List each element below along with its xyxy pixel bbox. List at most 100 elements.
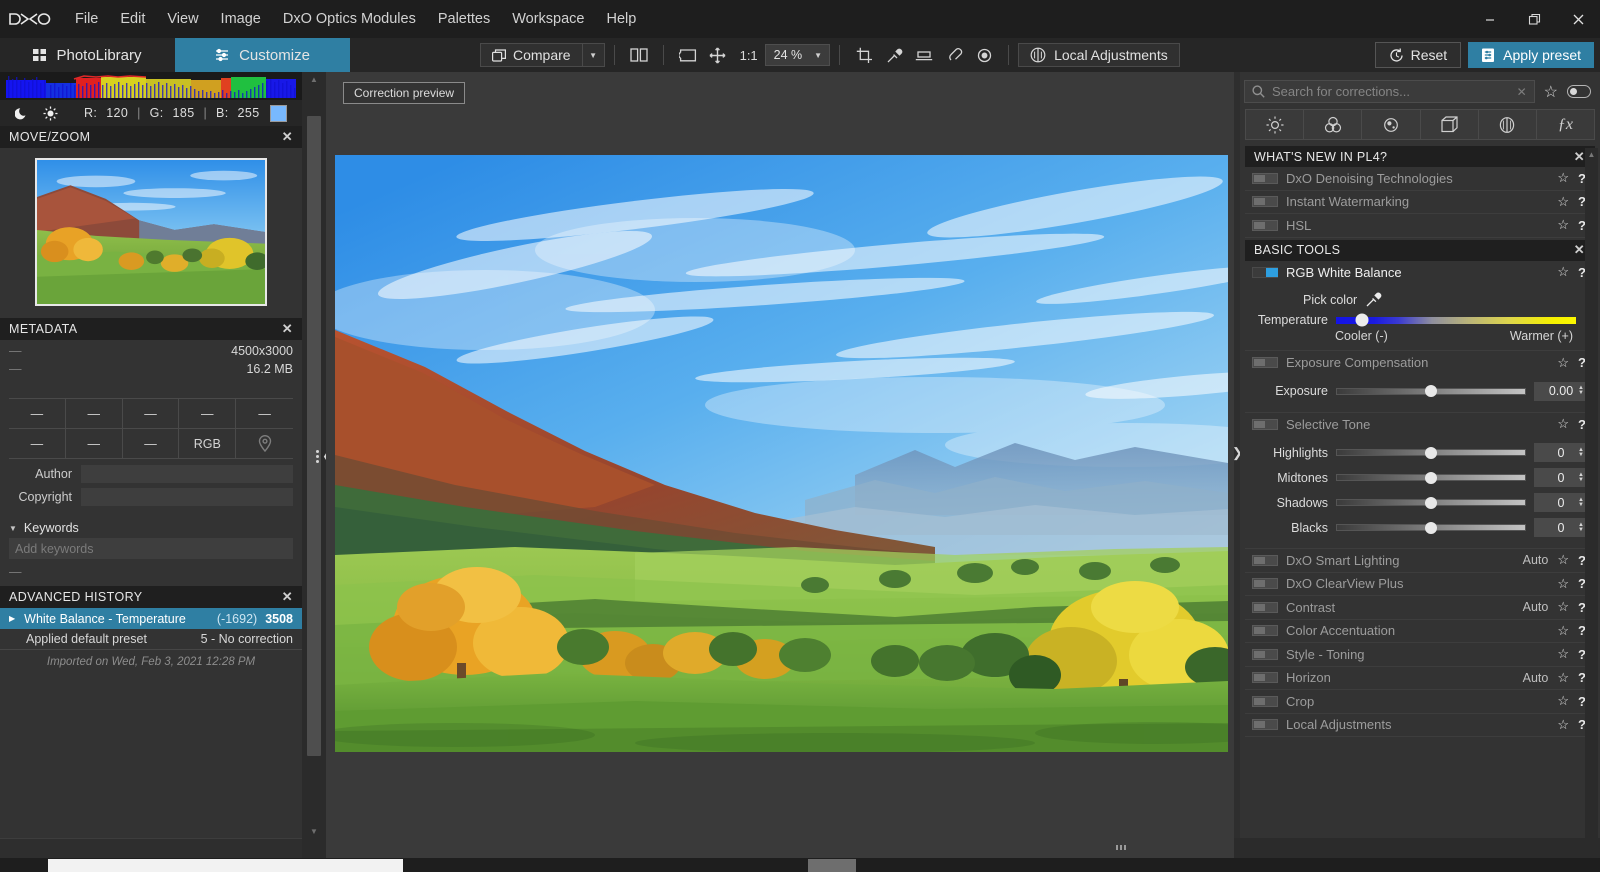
advanced-history-close-icon[interactable]: ✕ <box>282 589 293 605</box>
tool-toggle-icon[interactable] <box>1252 696 1278 707</box>
tool-toggle-icon[interactable] <box>1252 173 1278 184</box>
tab-geometry-icon[interactable] <box>1421 110 1479 139</box>
tool-rgb-white-balance[interactable]: RGB White Balance ☆ ? <box>1245 261 1595 285</box>
tool-favorite-star-icon[interactable]: ☆ <box>1557 355 1569 371</box>
tab-photolibrary[interactable]: PhotoLibrary <box>0 38 175 72</box>
search-corrections-input[interactable] <box>1272 84 1510 99</box>
keywords-header[interactable]: ▼ Keywords <box>0 516 302 538</box>
toggle-switch-icon[interactable] <box>1567 85 1591 98</box>
midtones-slider-handle[interactable] <box>1425 472 1437 484</box>
tool-toggle-icon[interactable] <box>1252 672 1278 683</box>
menu-view[interactable]: View <box>156 0 209 38</box>
tool-favorite-star-icon[interactable]: ☆ <box>1557 717 1569 733</box>
compare-button[interactable]: Compare <box>481 44 582 66</box>
tool-style-toning[interactable]: Style - Toning ☆ ? <box>1245 643 1595 667</box>
move-zoom-close-icon[interactable]: ✕ <box>282 129 293 145</box>
add-keywords-input[interactable] <box>9 538 293 559</box>
exposure-value-field[interactable]: 0.00 ▲▼ <box>1534 382 1588 401</box>
search-corrections-box[interactable]: ✕ <box>1244 80 1535 103</box>
close-window-button[interactable] <box>1556 0 1600 38</box>
metadata-close-icon[interactable]: ✕ <box>282 321 293 337</box>
tool-exposure-compensation[interactable]: Exposure Compensation ☆ ? <box>1245 351 1595 375</box>
shadows-value-field[interactable]: 0 ▲▼ <box>1534 493 1588 512</box>
sun-highlight-icon[interactable] <box>36 106 64 121</box>
tool-favorite-star-icon[interactable]: ☆ <box>1557 416 1569 432</box>
highlights-slider-handle[interactable] <box>1425 447 1437 459</box>
tool-horizon[interactable]: Horizon Auto ☆ ? <box>1245 667 1595 691</box>
tool-toggle-icon[interactable] <box>1252 267 1278 278</box>
shadows-slider[interactable] <box>1336 499 1526 506</box>
tool-toggle-icon[interactable] <box>1252 602 1278 613</box>
pan-hand-icon[interactable] <box>703 43 733 67</box>
horizon-icon[interactable] <box>909 43 939 67</box>
tool-hsl[interactable]: HSL ☆ ? <box>1245 214 1595 238</box>
tool-toggle-icon[interactable] <box>1252 719 1278 730</box>
compare-dropdown-caret[interactable]: ▼ <box>582 44 604 66</box>
shadows-slider-handle[interactable] <box>1425 497 1437 509</box>
tool-toggle-icon[interactable] <box>1252 578 1278 589</box>
tool-favorite-star-icon[interactable]: ☆ <box>1557 623 1569 639</box>
tool-dxo-denoising-technologies[interactable]: DxO Denoising Technologies ☆ ? <box>1245 167 1595 191</box>
tool-favorite-star-icon[interactable]: ☆ <box>1557 670 1569 686</box>
tab-customize[interactable]: Customize <box>175 38 350 72</box>
moon-shadow-icon[interactable] <box>8 106 36 120</box>
history-entry-white-balance[interactable]: ▶ White Balance - Temperature (-1692) 35… <box>0 608 302 629</box>
tool-toggle-icon[interactable] <box>1252 220 1278 231</box>
tab-light-icon[interactable] <box>1246 110 1304 139</box>
tool-favorite-star-icon[interactable]: ☆ <box>1557 646 1569 662</box>
zoom-ratio-1-1[interactable]: 1:1 <box>733 48 765 63</box>
exposure-slider[interactable] <box>1336 388 1526 395</box>
shadows-spinner-icon[interactable]: ▲▼ <box>1578 498 1584 508</box>
tool-toggle-icon[interactable] <box>1252 357 1278 368</box>
tool-favorite-star-icon[interactable]: ☆ <box>1557 576 1569 592</box>
crop-icon[interactable] <box>849 43 879 67</box>
temperature-slider[interactable] <box>1336 317 1576 324</box>
tool-toggle-icon[interactable] <box>1252 555 1278 566</box>
navigator-thumbnail[interactable] <box>35 158 267 306</box>
tool-auto-label[interactable]: Auto <box>1523 600 1549 614</box>
tool-dxo-clearview-plus[interactable]: DxO ClearView Plus ☆ ? <box>1245 573 1595 597</box>
preview-eye-icon[interactable] <box>969 43 999 67</box>
menu-image[interactable]: Image <box>210 0 272 38</box>
filmstrip-grip-icon[interactable] <box>1116 845 1126 850</box>
blacks-spinner-icon[interactable]: ▲▼ <box>1578 523 1584 533</box>
maximize-restore-button[interactable] <box>1512 0 1556 38</box>
favorites-star-icon[interactable]: ☆ <box>1544 82 1558 102</box>
eyedropper-icon[interactable] <box>1365 291 1382 308</box>
tab-local-adjustments-icon[interactable] <box>1479 110 1537 139</box>
left-scroll-up-arrow[interactable]: ▲ <box>302 72 326 86</box>
tool-selective-tone[interactable]: Selective Tone ☆ ? <box>1245 413 1595 437</box>
tool-favorite-star-icon[interactable]: ☆ <box>1557 264 1569 280</box>
tool-local-adjustments[interactable]: Local Adjustments ☆ ? <box>1245 714 1595 738</box>
history-expand-icon[interactable]: ▶ <box>9 614 15 623</box>
midtones-value-field[interactable]: 0 ▲▼ <box>1534 468 1588 487</box>
main-photo[interactable] <box>335 155 1228 752</box>
menu-help[interactable]: Help <box>596 0 648 38</box>
tool-favorite-star-icon[interactable]: ☆ <box>1557 194 1569 210</box>
section-close-basic-tools-icon[interactable]: ✕ <box>1574 242 1585 258</box>
location-pin-icon[interactable] <box>236 429 293 459</box>
tab-detail-icon[interactable] <box>1362 110 1420 139</box>
tool-contrast[interactable]: Contrast Auto ☆ ? <box>1245 596 1595 620</box>
copyright-field[interactable] <box>81 488 293 506</box>
side-by-side-icon[interactable] <box>624 43 654 67</box>
tool-auto-label[interactable]: Auto <box>1523 553 1549 567</box>
left-scrollbar-thumb[interactable] <box>307 116 321 756</box>
tool-favorite-star-icon[interactable]: ☆ <box>1557 552 1569 568</box>
minimize-button[interactable] <box>1468 0 1512 38</box>
tab-effects-fx-icon[interactable]: ƒx <box>1537 110 1594 139</box>
right-scroll-up-arrow[interactable]: ▲ <box>1585 148 1598 161</box>
eyedropper-icon[interactable] <box>879 43 909 67</box>
local-adjustments-button[interactable]: Local Adjustments <box>1019 44 1179 66</box>
tool-favorite-star-icon[interactable]: ☆ <box>1557 217 1569 233</box>
tool-favorite-star-icon[interactable]: ☆ <box>1557 170 1569 186</box>
tool-auto-label[interactable]: Auto <box>1523 671 1549 685</box>
menu-palettes[interactable]: Palettes <box>427 0 501 38</box>
zoom-caret-icon[interactable]: ▼ <box>814 51 825 60</box>
tab-color-icon[interactable] <box>1304 110 1362 139</box>
highlights-slider[interactable] <box>1336 449 1526 456</box>
exposure-slider-handle[interactable] <box>1425 385 1437 397</box>
blacks-slider-handle[interactable] <box>1425 522 1437 534</box>
highlights-value-field[interactable]: 0 ▲▼ <box>1534 443 1588 462</box>
menu-dxo-optics-modules[interactable]: DxO Optics Modules <box>272 0 427 38</box>
